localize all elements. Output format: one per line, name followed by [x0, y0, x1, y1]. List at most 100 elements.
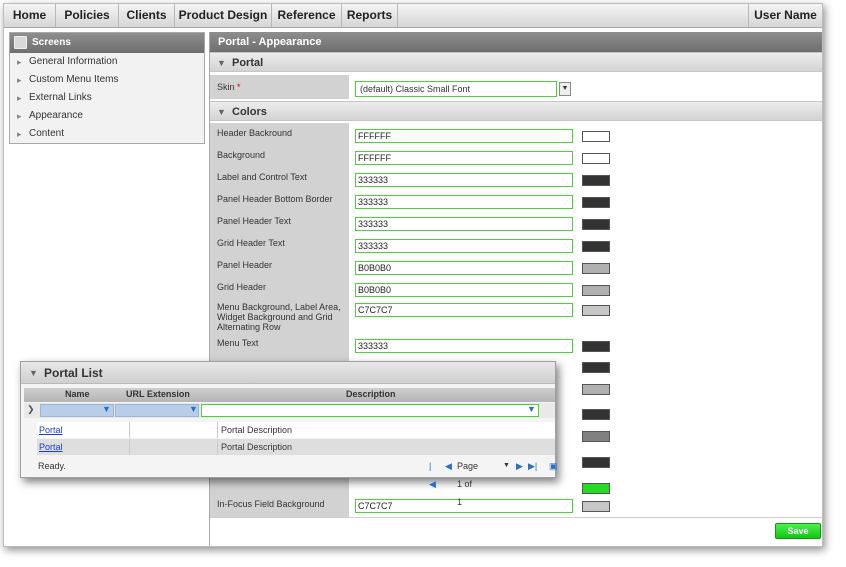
focus-row-label: In-Focus Field Background [217, 499, 325, 509]
sidebar-item-appearance[interactable]: ▸ Appearance [10, 107, 204, 125]
chevron-right-icon: ▸ [17, 57, 22, 67]
sidebar-item-label: Custom Menu Items [29, 74, 119, 85]
color-swatch[interactable] [582, 431, 610, 442]
color-swatch[interactable] [582, 483, 610, 494]
colors-section-title: Colors [232, 106, 267, 118]
table-row[interactable]: Portal Portal Description [37, 439, 555, 455]
color-label: Menu Background, Label Area, Widget Back… [217, 302, 341, 332]
portal-section-title: Portal [232, 57, 264, 69]
color-swatch[interactable] [582, 409, 610, 420]
prev-page-icon[interactable]: ◀ [445, 457, 452, 475]
url-cell [130, 439, 218, 455]
save-button[interactable]: Save [775, 523, 821, 539]
row-indicator-icon: ❯ [27, 404, 35, 414]
page-dropdown-icon[interactable]: ▼ [503, 457, 510, 475]
color-input[interactable]: B0B0B0 [355, 261, 573, 275]
required-marker: * [237, 82, 241, 92]
color-input[interactable]: C7C7C7 [355, 303, 573, 317]
chevron-down-icon: ▼ [29, 368, 38, 378]
color-swatch[interactable] [582, 362, 610, 373]
top-nav: Home Policies Clients Product Design Ref… [4, 4, 822, 28]
column-header-description[interactable]: Description [346, 389, 396, 399]
column-header-name[interactable]: Name [65, 389, 90, 399]
chevron-right-icon: ▸ [17, 111, 22, 121]
color-swatch[interactable] [582, 241, 610, 252]
chevron-down-icon: ▼ [217, 107, 226, 117]
color-input[interactable]: FFFFFF [355, 129, 573, 143]
last-page-icon[interactable]: ▶| [528, 457, 537, 475]
color-swatch[interactable] [582, 263, 610, 274]
focus-color-swatch[interactable] [582, 501, 610, 512]
color-swatch[interactable] [582, 197, 610, 208]
color-swatch[interactable] [582, 153, 610, 164]
color-swatch[interactable] [582, 285, 610, 296]
color-swatch[interactable] [582, 341, 610, 352]
portal-link[interactable]: Portal [39, 425, 63, 435]
portal-list-panel: ▼ Portal List Name URL Extension Descrip… [20, 361, 558, 507]
color-label: Grid Header Text [217, 238, 285, 248]
portal-section-header[interactable]: ▼ Portal [210, 52, 822, 72]
color-swatch[interactable] [582, 457, 610, 468]
filter-icon[interactable]: ▼ [102, 404, 112, 414]
skin-select-value: (default) Classic Small Font [355, 81, 557, 97]
first-page-icon[interactable]: |◀ [429, 457, 436, 493]
color-swatch[interactable] [582, 175, 610, 186]
dropdown-arrow-icon[interactable]: ▼ [559, 82, 571, 96]
url-filter-input[interactable] [115, 404, 199, 417]
color-input[interactable]: FFFFFF [355, 151, 573, 165]
sidebar-item-custom-menu-items[interactable]: ▸ Custom Menu Items [10, 71, 204, 89]
skin-label-text: Skin [217, 82, 235, 92]
description-filter-input[interactable] [201, 404, 539, 417]
description-cell: Portal Description [221, 442, 293, 452]
filter-row: ❯ ▼ ▼ ▼ [24, 403, 555, 418]
filter-icon[interactable]: ▼ [527, 404, 537, 414]
chevron-right-icon: ▸ [17, 129, 22, 139]
chevron-right-icon: ▸ [17, 75, 22, 85]
page-indicator[interactable]: Page 1 of 1 [457, 457, 478, 511]
color-input[interactable]: 333333 [355, 239, 573, 253]
user-name[interactable]: User Name [748, 4, 822, 27]
nav-reports[interactable]: Reports [342, 4, 398, 27]
next-page-icon[interactable]: ▶ [516, 457, 523, 475]
color-swatch[interactable] [582, 384, 610, 395]
color-swatch[interactable] [582, 219, 610, 230]
nav-home[interactable]: Home [4, 4, 56, 27]
sidebar-item-label: Appearance [29, 110, 83, 121]
color-swatch[interactable] [582, 305, 610, 316]
color-label: Panel Header Bottom Border [217, 194, 333, 204]
sidebar-item-general-information[interactable]: ▸ General Information [10, 53, 204, 71]
sidebar-item-label: General Information [29, 56, 118, 67]
color-label: Header Backround [217, 128, 293, 138]
sidebar-title: Screens [32, 37, 71, 48]
portal-link[interactable]: Portal [39, 442, 63, 452]
sidebar-item-external-links[interactable]: ▸ External Links [10, 89, 204, 107]
chevron-right-icon: ▸ [17, 93, 22, 103]
color-input[interactable]: 333333 [355, 217, 573, 231]
export-icon[interactable]: ▣ [549, 457, 558, 475]
color-label: Panel Header [217, 260, 273, 270]
skin-select[interactable]: (default) Classic Small Font ▼ [355, 81, 571, 97]
sidebar-item-label: External Links [29, 92, 92, 103]
column-header-url-extension[interactable]: URL Extension [126, 389, 190, 399]
color-input[interactable]: 333333 [355, 339, 573, 353]
nav-clients[interactable]: Clients [119, 4, 175, 27]
app-window: Home Policies Clients Product Design Ref… [3, 3, 823, 547]
sidebar-item-content[interactable]: ▸ Content [10, 125, 204, 143]
nav-product-design[interactable]: Product Design [175, 4, 272, 27]
grid-header: Name URL Extension Description [24, 388, 555, 402]
status-text: Ready. [38, 461, 66, 471]
footer-divider [210, 517, 822, 518]
table-row[interactable]: Portal Portal Description [37, 422, 555, 438]
nav-policies[interactable]: Policies [56, 4, 119, 27]
chevron-down-icon: ▼ [217, 58, 226, 68]
color-input[interactable]: 333333 [355, 195, 573, 209]
colors-section-header[interactable]: ▼ Colors [210, 101, 822, 121]
screens-icon [14, 36, 27, 49]
filter-icon[interactable]: ▼ [189, 404, 199, 414]
nav-reference[interactable]: Reference [272, 4, 342, 27]
color-input[interactable]: 333333 [355, 173, 573, 187]
portal-list-header[interactable]: ▼ Portal List [21, 362, 555, 384]
sidebar-item-label: Content [29, 128, 65, 139]
color-swatch[interactable] [582, 131, 610, 142]
color-input[interactable]: B0B0B0 [355, 283, 573, 297]
